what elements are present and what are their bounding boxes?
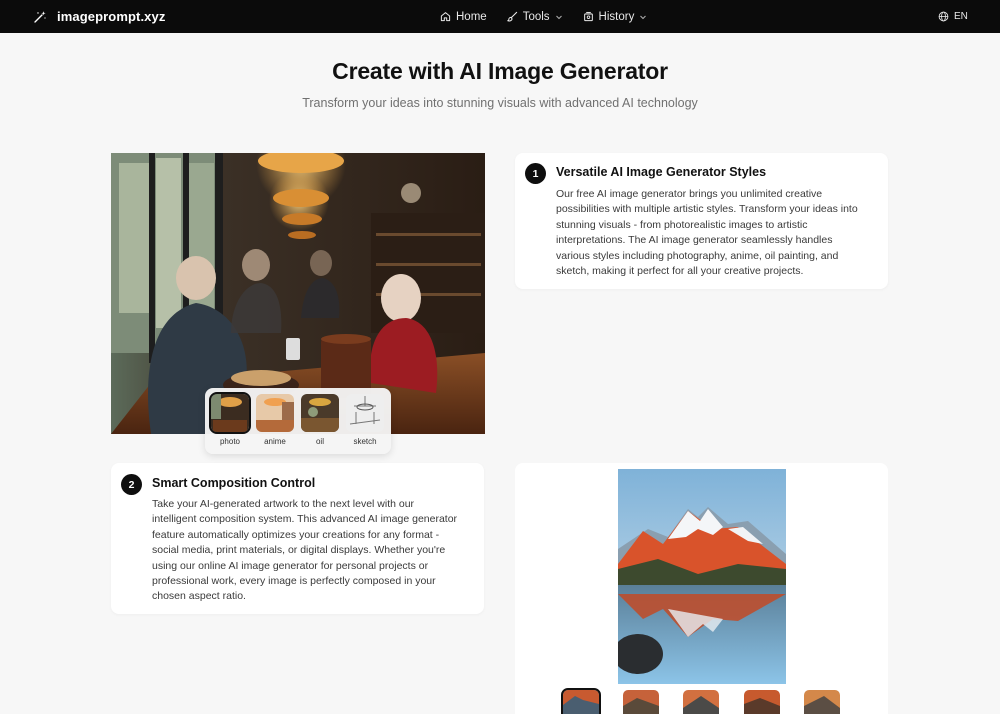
- feature-line: sketch, making it perfect for all your c…: [556, 265, 804, 278]
- style-label-sketch: sketch: [353, 437, 377, 446]
- ratio-thumb[interactable]: [561, 688, 601, 714]
- feature-line: Our free AI image generator brings you u…: [556, 188, 823, 200]
- style-thumb-anime[interactable]: [256, 394, 294, 432]
- nav-home-label: Home: [456, 10, 487, 23]
- style-label-anime: anime: [264, 437, 286, 446]
- language-selector[interactable]: EN: [938, 0, 968, 33]
- page-subtitle: Transform your ideas into stunning visua…: [302, 96, 698, 110]
- ratio-thumb[interactable]: [683, 690, 719, 714]
- feature-card-styles: 1 Versatile AI Image Generator Styles Ou…: [515, 153, 888, 289]
- step-number-badge: 1: [525, 163, 546, 184]
- nav-history-label: History: [598, 10, 635, 23]
- nav-history[interactable]: History: [583, 11, 648, 23]
- feature-card-composition: 2 Smart Composition Control Take your AI…: [111, 463, 484, 614]
- feature-line: stunning visuals - from photorealistic i…: [556, 218, 808, 231]
- feature-line: interpretations. The AI image generator …: [556, 234, 833, 247]
- brand-name: imageprompt.xyz: [57, 9, 166, 24]
- feature-description: Take your AI-generated artwork to the ne…: [152, 497, 480, 605]
- chevron-down-icon: [555, 15, 562, 19]
- nav-tools-label: Tools: [522, 10, 550, 23]
- ratio-thumb[interactable]: [804, 690, 840, 714]
- mountain-lake-illustration: [618, 469, 786, 684]
- chevron-down-icon: [640, 15, 647, 19]
- feature-title: Smart Composition Control: [152, 476, 316, 490]
- brush-icon: [506, 11, 517, 22]
- history-icon: [583, 11, 593, 22]
- ratio-thumb[interactable]: [623, 690, 659, 714]
- style-label-photo: photo: [219, 437, 241, 446]
- ratio-thumb[interactable]: [744, 690, 780, 714]
- style-label-oil: oil: [315, 437, 324, 446]
- feature-line: various styles including photography, an…: [556, 249, 839, 262]
- style-thumb-photo[interactable]: [209, 392, 251, 434]
- step-number-badge: 2: [121, 474, 142, 495]
- feature-description: Our free AI image generator brings you u…: [556, 187, 881, 279]
- feature-line: feature automatically optimizes your cre…: [152, 528, 440, 541]
- feature-line: social media, print materials, or digita…: [152, 544, 446, 557]
- home-icon: [440, 12, 451, 22]
- globe-icon: [938, 11, 949, 22]
- feature-line: chosen aspect ratio.: [152, 590, 246, 603]
- nav-tools[interactable]: Tools: [506, 10, 563, 23]
- feature-line: professional work, every image is perfec…: [152, 575, 436, 588]
- style-thumb-sketch[interactable]: [346, 394, 384, 432]
- language-label: EN: [954, 11, 968, 22]
- feature-line: possibilities with multiple artistic sty…: [556, 203, 858, 216]
- style-thumbnail-tray: photo anime oil sketch: [205, 388, 391, 454]
- nav-home[interactable]: Home: [440, 11, 487, 23]
- page-title: Create with AI Image Generator: [332, 58, 668, 84]
- feature-line: using our online AI image generator for …: [152, 559, 429, 572]
- feature-line: Take your AI-generated artwork to the ne…: [152, 498, 415, 510]
- brand-link[interactable]: imageprompt.xyz: [33, 0, 165, 33]
- mountain-preview-image: [618, 469, 786, 684]
- top-navbar: imageprompt.xyz Home Tools History EN: [0, 0, 1000, 33]
- feature-line: intelligent composition system. This adv…: [152, 513, 458, 526]
- feature-title: Versatile AI Image Generator Styles: [556, 165, 767, 179]
- style-thumb-oil[interactable]: [301, 394, 339, 432]
- magic-wand-icon: [34, 10, 46, 23]
